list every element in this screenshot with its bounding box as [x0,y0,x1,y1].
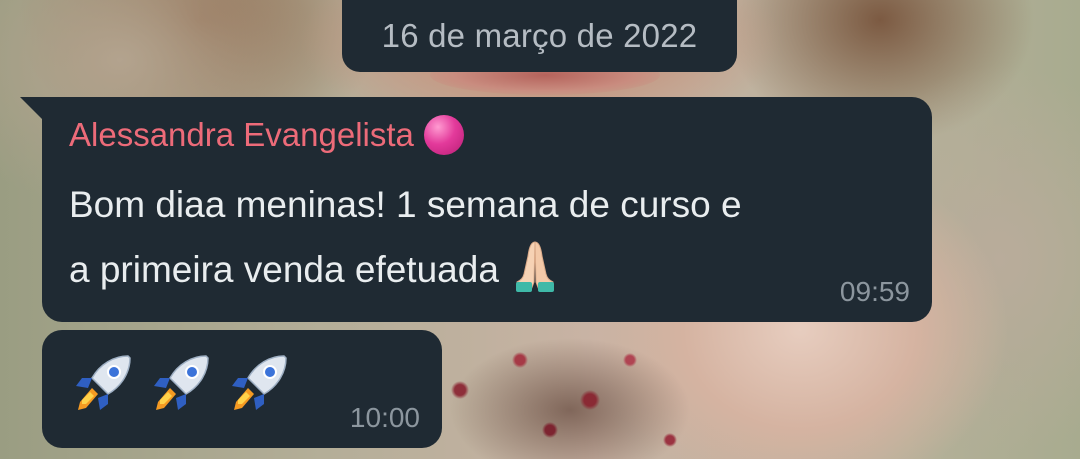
folded-hands-icon [515,241,554,292]
sender-name-row[interactable]: Alessandra Evangelista [69,115,464,155]
date-separator-label: 16 de março de 2022 [381,17,698,54]
chat-screen: 16 de março de 2022 Alessandra Evangelis… [0,0,1080,459]
rocket-icon [154,355,209,410]
emoji-row [68,348,294,418]
message-text-line: a primeira venda efetuada [69,249,499,290]
message-bubble-tail [20,97,44,121]
message-text: Bom diaa meninas! 1 semana de curso e a … [69,174,909,301]
message-text-line: Bom diaa meninas! 1 semana de curso e [69,184,742,225]
sender-name[interactable]: Alessandra Evangelista [69,116,414,154]
message-bubble[interactable]: Alessandra Evangelista Bom diaa meninas!… [42,97,932,322]
message-timestamp: 09:59 [839,276,910,307]
message-bubble[interactable]: 10:00 [42,330,442,448]
rocket-icon [232,355,287,410]
message-timestamp: 10:00 [349,402,420,433]
wallpaper-flowers [400,300,730,459]
message-text-line-2: a primeira venda efetuada [69,236,909,301]
rocket-icon [76,355,131,410]
pink-circle-emoji-icon [423,115,464,155]
date-separator: 16 de março de 2022 [342,0,737,72]
